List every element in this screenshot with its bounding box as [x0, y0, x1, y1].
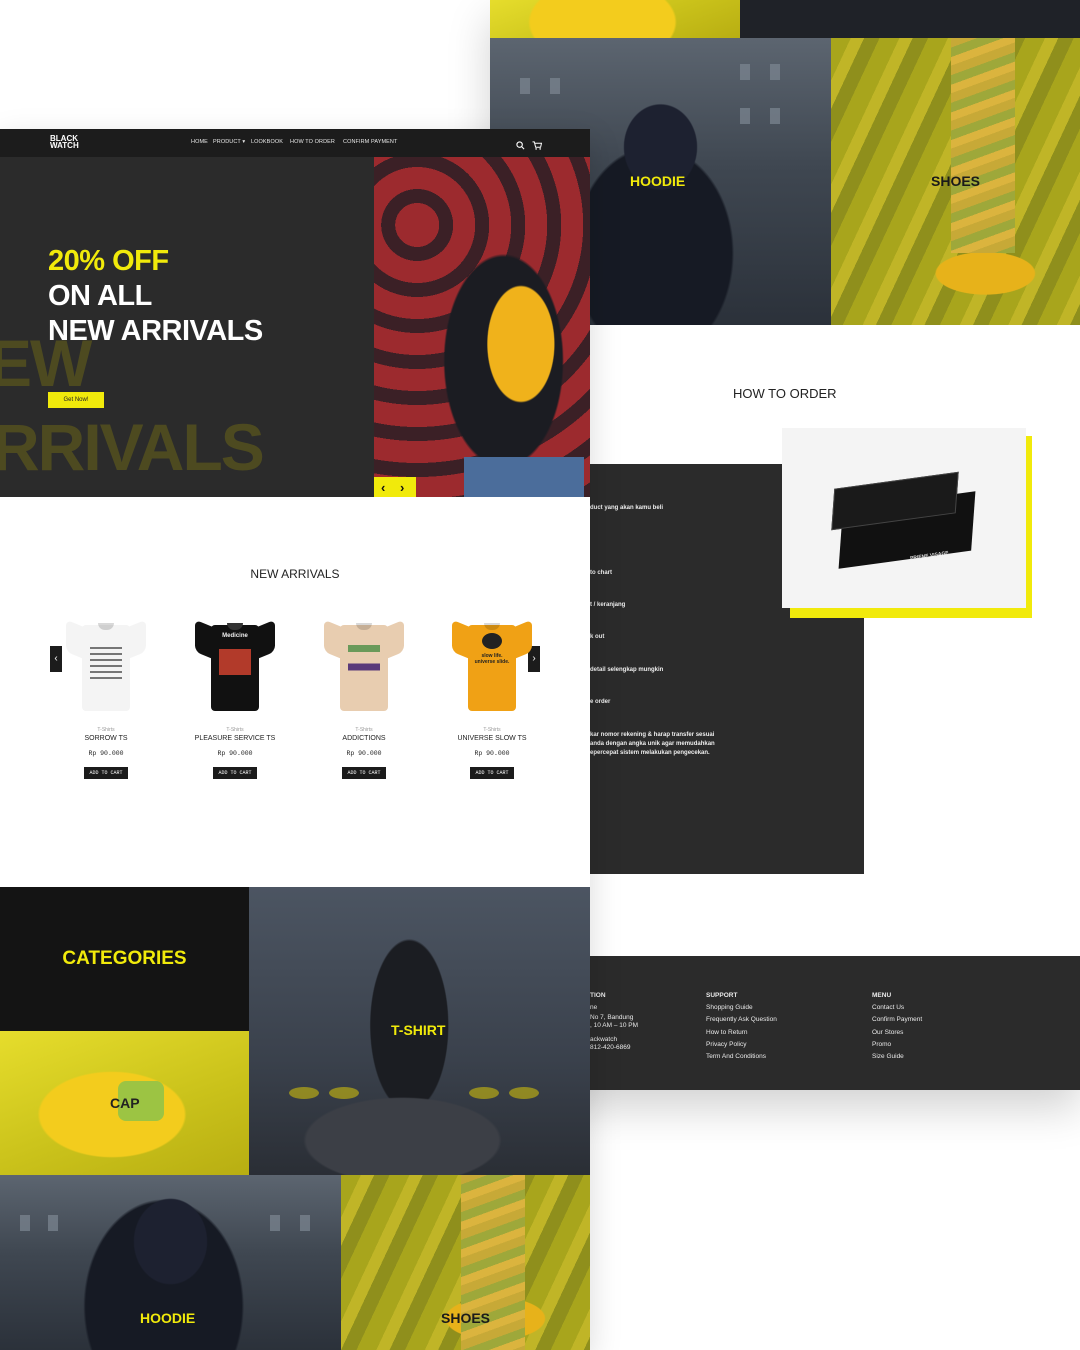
hoodie-label: HOODIE	[140, 1310, 196, 1326]
order-step-7a: kar nomor rekening & harap transfer sesu…	[590, 732, 715, 738]
box-photo: PRIENE VISAGE	[782, 428, 1026, 608]
footer-info-line: , 10 AM – 10 PM	[590, 1022, 639, 1030]
product-price: Rp 90.000	[217, 750, 253, 757]
add-to-cart-button[interactable]: ADD TO CART	[342, 767, 386, 779]
add-to-cart-button[interactable]: ADD TO CART	[470, 767, 514, 779]
product-category: T-Shirts	[355, 727, 373, 733]
order-step-2: to chart	[590, 570, 613, 576]
footer-menu-column: MENU Contact Us Confirm Payment Our Stor…	[872, 990, 922, 1063]
product-category: T-Shirts	[97, 727, 115, 733]
shoes-category-tile[interactable]: SHOES	[341, 1175, 590, 1350]
product-price: Rp 90.000	[346, 750, 382, 757]
product-image[interactable]: slow life. universe slide.	[450, 619, 534, 711]
order-step-3: t / keranjang	[590, 602, 626, 608]
car-photo-strip	[740, 0, 1080, 38]
shirt-print-text: Medicine	[222, 633, 248, 639]
footer-link-contact[interactable]: Contact Us	[872, 1002, 922, 1014]
footer-info-line: 812-420-6869	[590, 1044, 631, 1052]
new-arrivals-title: NEW ARRIVALS	[250, 567, 340, 581]
product-category: T-Shirts	[226, 727, 244, 733]
how-to-order-title: HOW TO ORDER	[733, 386, 837, 401]
hero-discount: 20% OFF	[48, 245, 169, 277]
cart-icon[interactable]	[532, 137, 543, 155]
shirt-print-text: slow life. universe slide.	[474, 653, 510, 665]
footer-link-promo[interactable]: Promo	[872, 1039, 922, 1051]
product-image[interactable]	[64, 619, 148, 711]
order-step-7b: anda dengan angka unik agar memudahkan	[590, 741, 715, 747]
nav-how-to-order[interactable]: HOW TO ORDER	[290, 139, 335, 145]
chevron-left-icon[interactable]: ‹	[381, 480, 385, 495]
shoes-category-tile[interactable]: SHOES	[831, 38, 1080, 325]
footer-link-faq[interactable]: Frequently Ask Question	[706, 1014, 777, 1026]
product-image[interactable]: Medicine	[193, 619, 277, 711]
tshirt-label: T-SHIRT	[391, 1022, 446, 1038]
nav-product[interactable]: PRODUCT ▾	[213, 139, 245, 145]
chevron-right-icon[interactable]: ›	[400, 480, 404, 495]
order-step-4: k out	[590, 634, 605, 640]
footer-link-size-guide[interactable]: Size Guide	[872, 1051, 922, 1063]
cap-photo-strip	[490, 0, 740, 38]
shoes-label: SHOES	[441, 1310, 491, 1326]
hoodie-label: HOODIE	[630, 173, 686, 189]
footer	[590, 956, 1080, 1090]
product-price: Rp 90.000	[88, 750, 124, 757]
cap-category-tile[interactable]: CAP	[0, 1031, 249, 1175]
get-now-button[interactable]: Get Now!	[48, 392, 104, 408]
footer-info-line: ackwatch	[590, 1036, 618, 1044]
shoes-label: SHOES	[931, 173, 981, 189]
footer-link-confirm-payment[interactable]: Confirm Payment	[872, 1014, 922, 1026]
footer-link-how-to-return[interactable]: How to Return	[706, 1027, 777, 1039]
hero-photo	[374, 157, 590, 497]
footer-info-column: TION ne No 7, Bandung , 10 AM – 10 PM ac…	[590, 990, 638, 1052]
hero-line-2: ON ALL	[48, 280, 152, 312]
footer-support-column: SUPPORT Shopping Guide Frequently Ask Qu…	[706, 990, 777, 1063]
nav-home[interactable]: HOME	[191, 139, 208, 145]
footer-link-stores[interactable]: Our Stores	[872, 1027, 922, 1039]
product-card[interactable]: T-Shirts ADDICTIONS Rp 90.000 ADD TO CAR…	[309, 619, 419, 779]
nav-confirm-payment[interactable]: CONFIRM PAYMENT	[343, 139, 397, 145]
hoodie-category-tile[interactable]: HOODIE	[0, 1175, 341, 1350]
product-card[interactable]: Medicine T-Shirts PLEASURE SERVICE TS Rp…	[180, 619, 290, 779]
hero-banner: EW RRIVALS 20% OFF ON ALL NEW ARRIVALS G…	[0, 157, 374, 497]
footer-link-shopping-guide[interactable]: Shopping Guide	[706, 1002, 777, 1014]
nav-lookbook[interactable]: LOOKBOOK	[251, 139, 283, 145]
footer-info-line: ne	[590, 1004, 598, 1012]
product-price: Rp 90.000	[474, 750, 510, 757]
hero-ghost-text-2: RRIVALS	[0, 410, 265, 484]
categories-header: CATEGORIES	[0, 887, 249, 1031]
footer-info-title: TION	[590, 992, 606, 999]
navbar: BLACK WATCH HOME PRODUCT ▾ LOOKBOOK HOW …	[0, 129, 590, 157]
tshirt-category-tile[interactable]: T-SHIRT	[249, 887, 590, 1175]
add-to-cart-button[interactable]: ADD TO CART	[84, 767, 128, 779]
footer-support-title: SUPPORT	[706, 992, 738, 999]
product-name[interactable]: ADDICTIONS	[309, 735, 419, 742]
brand-line-2: WATCH	[50, 141, 79, 150]
order-step-5: detail selengkap mungkin	[590, 667, 664, 673]
footer-link-privacy[interactable]: Privacy Policy	[706, 1039, 777, 1051]
product-name[interactable]: SORROW TS	[51, 735, 161, 742]
order-step-6: e order	[590, 699, 611, 705]
footer-info-line: No 7, Bandung	[590, 1014, 634, 1022]
search-icon[interactable]	[516, 137, 525, 155]
order-step-7c: epercepat sistem melakukan pengecekan.	[590, 750, 710, 756]
front-page-preview: BLACK WATCH HOME PRODUCT ▾ LOOKBOOK HOW …	[0, 129, 590, 1350]
product-category: T-Shirts	[483, 727, 501, 733]
product-card[interactable]: slow life. universe slide. T-Shirts UNIV…	[437, 619, 547, 779]
brand-logo[interactable]: BLACK WATCH	[50, 135, 79, 150]
cap-label: CAP	[110, 1095, 140, 1111]
footer-link-terms[interactable]: Term And Conditions	[706, 1051, 777, 1063]
product-card[interactable]: T-Shirts SORROW TS Rp 90.000 ADD TO CART	[51, 619, 161, 779]
hero-slider-controls: ‹ ›	[374, 477, 416, 497]
order-step-1: duct yang akan kamu beli	[590, 505, 664, 511]
footer-menu-title: MENU	[872, 992, 892, 999]
product-name[interactable]: UNIVERSE SLOW TS	[437, 735, 547, 742]
product-name[interactable]: PLEASURE SERVICE TS	[180, 735, 290, 742]
product-image[interactable]	[322, 619, 406, 711]
categories-title: CATEGORIES	[62, 948, 187, 969]
add-to-cart-button[interactable]: ADD TO CART	[213, 767, 257, 779]
hero-line-3: NEW ARRIVALS	[48, 315, 263, 347]
